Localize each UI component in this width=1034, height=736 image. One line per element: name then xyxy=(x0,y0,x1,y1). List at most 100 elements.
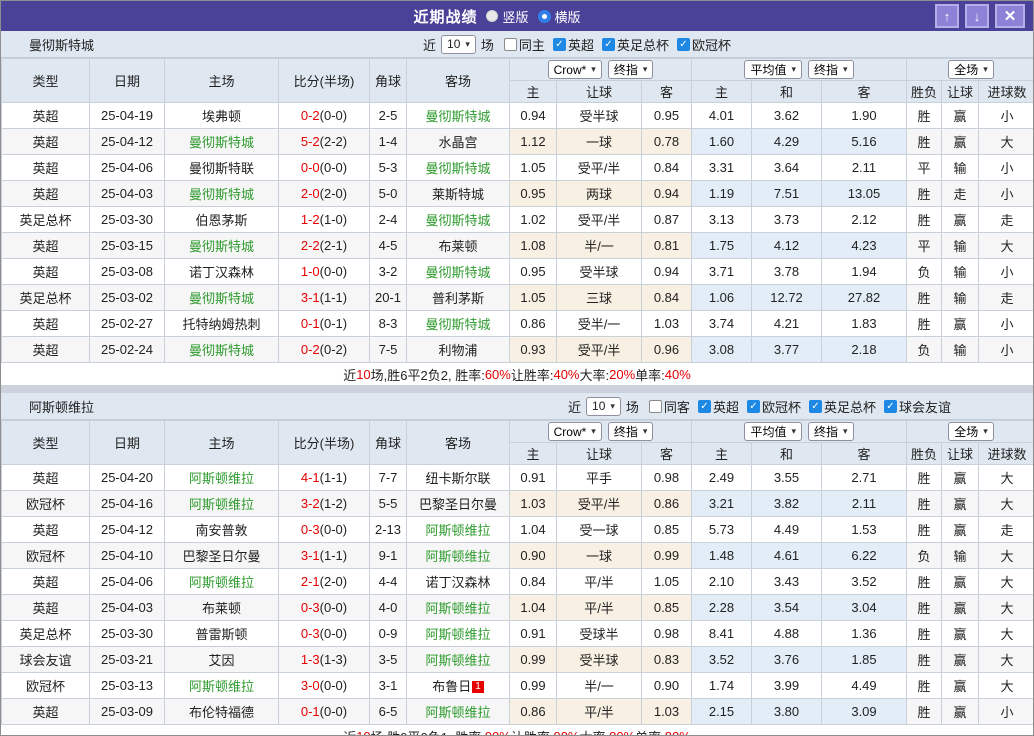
chevron-down-icon: ▾ xyxy=(791,426,796,436)
checkbox-unchecked-同客[interactable] xyxy=(648,399,662,413)
away-team[interactable]: 曼彻斯特城 xyxy=(406,206,510,233)
away-team[interactable]: 纽卡斯尔联 xyxy=(406,464,510,491)
away-team[interactable]: 曼彻斯特城 xyxy=(406,154,510,181)
dropdown-终指[interactable]: 终指 ▾ xyxy=(607,422,654,441)
away-team[interactable]: 巴黎圣日尔曼 xyxy=(406,490,510,517)
checkbox-checked-英足总杯[interactable]: ✓ xyxy=(601,37,615,51)
checkbox-checked-英超[interactable]: ✓ xyxy=(697,399,711,413)
away-team[interactable]: 诺丁汉森林 xyxy=(406,568,510,595)
home-team[interactable]: 艾因 xyxy=(164,646,279,673)
odds-handicap: 平/半 xyxy=(556,568,642,595)
odds-home: 0.99 xyxy=(509,646,557,673)
checkbox-checked-欧冠杯[interactable]: ✓ xyxy=(746,399,760,413)
close-button[interactable]: ✕ xyxy=(995,4,1025,28)
home-team[interactable]: 南安普敦 xyxy=(164,516,279,543)
away-team[interactable]: 阿斯顿维拉 xyxy=(406,516,510,543)
handicap-result-cell: 赢 xyxy=(941,646,980,673)
home-team[interactable]: 阿斯顿维拉 xyxy=(164,672,279,699)
move-down-button[interactable]: ↓ xyxy=(965,4,989,28)
checkbox-label: 英超 xyxy=(712,399,739,415)
avg-away-odds: 3.04 xyxy=(820,594,908,621)
home-team[interactable]: 诺丁汉森林 xyxy=(164,258,279,285)
away-team[interactable]: 曼彻斯特城 xyxy=(406,310,510,337)
away-team[interactable]: 利物浦 xyxy=(406,336,510,363)
away-team[interactable]: 布鲁日 1 xyxy=(406,672,510,699)
away-team[interactable]: 曼彻斯特城 xyxy=(406,258,510,285)
subcol-avg-draw: 和 xyxy=(751,442,822,465)
home-team[interactable]: 曼彻斯特城 xyxy=(164,336,279,363)
date-cell: 25-03-21 xyxy=(89,646,165,673)
match-row: 欧冠杯 25-03-13 阿斯顿维拉 3-0(0-0) 3-1 布鲁日 1 0.99 半/一 0.… xyxy=(1,672,1033,699)
score-cell: 1-2(1-0) xyxy=(278,206,370,233)
home-team[interactable]: 阿斯顿维拉 xyxy=(164,464,279,491)
checkbox-checked-英足总杯[interactable]: ✓ xyxy=(808,399,822,413)
dropdown-Crow*[interactable]: Crow* ▾ xyxy=(547,60,602,79)
away-team[interactable]: 阿斯顿维拉 xyxy=(406,646,510,673)
avg-home-odds: 2.49 xyxy=(691,464,752,491)
score-cell: 0-0(0-0) xyxy=(278,154,370,181)
summary-text: 10 xyxy=(356,728,371,736)
dropdown-10[interactable]: 10 ▾ xyxy=(441,34,476,54)
away-team[interactable]: 曼彻斯特城 xyxy=(406,102,510,129)
away-team[interactable]: 阿斯顿维拉 xyxy=(406,594,510,621)
league-badge: 英超 xyxy=(1,180,90,207)
away-team[interactable]: 阿斯顿维拉 xyxy=(406,620,510,647)
home-team[interactable]: 布莱顿 xyxy=(164,594,279,621)
summary-text: 90% xyxy=(484,728,511,736)
home-team[interactable]: 曼彻斯特城 xyxy=(164,128,279,155)
goals-cell: 小 xyxy=(978,258,1033,285)
checkbox-checked-英超[interactable]: ✓ xyxy=(552,37,566,51)
radio-vertical-layout[interactable]: 竖版 xyxy=(486,7,529,26)
result-cell: 胜 xyxy=(906,620,943,647)
away-team[interactable]: 阿斯顿维拉 xyxy=(406,698,510,725)
home-team[interactable]: 阿斯顿维拉 xyxy=(164,490,279,517)
away-team[interactable]: 普利茅斯 xyxy=(406,284,510,311)
home-team[interactable]: 巴黎圣日尔曼 xyxy=(164,542,279,569)
dropdown-终指[interactable]: 终指 ▾ xyxy=(607,60,654,79)
home-team[interactable]: 埃弗顿 xyxy=(164,102,279,129)
league-badge: 英足总杯 xyxy=(1,206,90,233)
odds-source-selectors: Crow* ▾ 终指 ▾ xyxy=(509,58,692,81)
home-team[interactable]: 曼彻斯特城 xyxy=(164,232,279,259)
summary-text: 场,胜6平2负2, 胜率: xyxy=(370,367,485,383)
handicap-result-cell: 输 xyxy=(941,336,980,363)
league-badge: 英超 xyxy=(1,516,90,543)
radio-vertical-icon[interactable] xyxy=(486,10,499,22)
radio-horizontal-layout[interactable]: 横版 xyxy=(537,7,581,26)
match-row: 英超 25-04-06 曼彻斯特联 0-0(0-0) 5-3 曼彻斯特城 1.05 受平/半 0… xyxy=(1,154,1033,181)
home-team[interactable]: 曼彻斯特联 xyxy=(164,154,279,181)
dropdown-平均值[interactable]: 平均值 ▾ xyxy=(744,60,802,79)
checkbox-checked-欧冠杯[interactable]: ✓ xyxy=(676,37,690,51)
dropdown-全场[interactable]: 全场 ▾ xyxy=(948,422,994,441)
away-team[interactable]: 布莱顿 xyxy=(406,232,510,259)
dropdown-Crow*[interactable]: Crow* ▾ xyxy=(547,422,602,441)
dropdown-全场[interactable]: 全场 ▾ xyxy=(948,60,994,79)
dropdown-10[interactable]: 10 ▾ xyxy=(586,396,621,416)
away-team[interactable]: 阿斯顿维拉 xyxy=(406,542,510,569)
checkbox-label: 同客 xyxy=(663,399,690,415)
avg-draw-odds: 3.80 xyxy=(751,698,822,725)
avg-draw-odds: 7.51 xyxy=(751,180,822,207)
checkbox-checked-球会友谊[interactable]: ✓ xyxy=(883,399,897,413)
avg-home-odds: 1.06 xyxy=(691,284,752,311)
goals-cell: 大 xyxy=(978,542,1033,569)
date-cell: 25-04-10 xyxy=(89,542,165,569)
radio-horizontal-icon[interactable] xyxy=(537,9,551,23)
goals-cell: 大 xyxy=(978,594,1033,621)
away-team[interactable]: 水晶宫 xyxy=(406,128,510,155)
checkbox-unchecked-同主[interactable] xyxy=(503,37,517,51)
home-team[interactable]: 阿斯顿维拉 xyxy=(164,568,279,595)
away-team[interactable]: 莱斯特城 xyxy=(406,180,510,207)
radio-horizontal-label: 横版 xyxy=(554,9,581,25)
home-team[interactable]: 伯恩茅斯 xyxy=(164,206,279,233)
dropdown-终指[interactable]: 终指 ▾ xyxy=(808,422,854,441)
dropdown-终指[interactable]: 终指 ▾ xyxy=(808,60,854,79)
home-team[interactable]: 布伦特福德 xyxy=(164,698,279,725)
date-cell: 25-04-06 xyxy=(89,568,165,595)
move-up-button[interactable]: ↑ xyxy=(935,4,959,28)
home-team[interactable]: 托特纳姆热刺 xyxy=(164,310,279,337)
dropdown-平均值[interactable]: 平均值 ▾ xyxy=(744,422,802,441)
home-team[interactable]: 曼彻斯特城 xyxy=(164,284,279,311)
home-team[interactable]: 普雷斯顿 xyxy=(164,620,279,647)
home-team[interactable]: 曼彻斯特城 xyxy=(164,180,279,207)
